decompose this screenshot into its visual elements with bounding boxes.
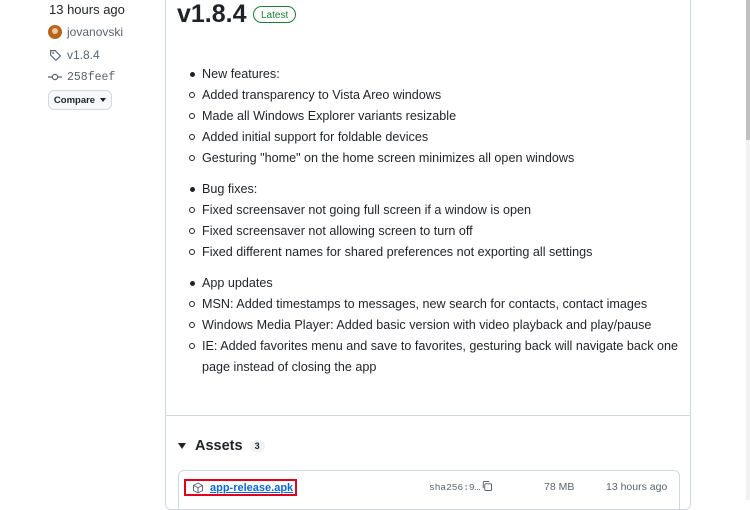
section-new-features: New features: Added transparency to Vist… bbox=[188, 64, 688, 169]
list-item: Windows Media Player: Added basic versio… bbox=[189, 315, 688, 336]
scrollbar-thumb[interactable] bbox=[746, 0, 750, 140]
section-heading: App updates bbox=[190, 273, 688, 294]
assets-toggle[interactable]: Assets 3 bbox=[178, 438, 265, 454]
list-item: Fixed screensaver not allowing screen to… bbox=[189, 221, 688, 242]
release-notes: New features: Added transparency to Vist… bbox=[188, 64, 688, 388]
commit-row[interactable]: 258feef bbox=[48, 70, 115, 84]
package-icon bbox=[193, 482, 203, 493]
copy-icon[interactable] bbox=[481, 480, 493, 492]
assets-heading: Assets bbox=[195, 438, 243, 454]
asset-size: 78 MB bbox=[544, 481, 575, 493]
list-item: Made all Windows Explorer variants resiz… bbox=[189, 106, 688, 127]
avatar bbox=[48, 25, 62, 39]
divider bbox=[166, 415, 690, 416]
commit-hash[interactable]: 258feef bbox=[67, 71, 115, 84]
asset-name-link[interactable]: app-release.apk bbox=[210, 482, 293, 494]
list-item: Added transparency to Vista Areo windows bbox=[189, 85, 688, 106]
tag-name[interactable]: v1.8.4 bbox=[67, 48, 100, 62]
release-time: 13 hours ago bbox=[49, 2, 125, 17]
section-app-updates: App updates MSN: Added timestamps to mes… bbox=[188, 273, 688, 378]
list-item: Gesturing "home" on the home screen mini… bbox=[189, 148, 688, 169]
author-row[interactable]: jovanovski bbox=[48, 25, 123, 39]
list-item: IE: Added favorites menu and save to fav… bbox=[189, 336, 688, 378]
list-item: Fixed different names for shared prefere… bbox=[189, 242, 688, 263]
section-heading: Bug fixes: bbox=[190, 179, 688, 200]
chevron-down-icon bbox=[100, 98, 107, 102]
section-bug-fixes: Bug fixes: Fixed screensaver not going f… bbox=[188, 179, 688, 263]
release-sidebar: 13 hours ago jovanovski v1.8.4 258feef C… bbox=[0, 0, 165, 500]
list-item: Fixed screensaver not going full screen … bbox=[189, 200, 688, 221]
asset-time: 13 hours ago bbox=[606, 481, 668, 493]
compare-label: Compare bbox=[53, 94, 96, 106]
assets-count-badge: 3 bbox=[249, 440, 265, 452]
asset-link-highlight[interactable]: app-release.apk bbox=[184, 479, 297, 496]
asset-sha: sha256:9… bbox=[429, 482, 481, 493]
list-item: Added initial support for foldable devic… bbox=[189, 127, 688, 148]
commit-icon bbox=[48, 70, 62, 84]
release-title[interactable]: v1.8.4 bbox=[177, 0, 247, 29]
compare-button[interactable]: Compare bbox=[48, 90, 112, 110]
author-name[interactable]: jovanovski bbox=[67, 25, 123, 39]
triangle-down-icon bbox=[178, 443, 186, 449]
list-item: MSN: Added timestamps to messages, new s… bbox=[189, 294, 688, 315]
section-heading: New features: bbox=[190, 64, 688, 85]
latest-badge: Latest bbox=[253, 6, 297, 23]
tag-icon bbox=[48, 48, 62, 62]
scrollbar[interactable] bbox=[746, 0, 750, 500]
tag-row[interactable]: v1.8.4 bbox=[48, 48, 100, 62]
